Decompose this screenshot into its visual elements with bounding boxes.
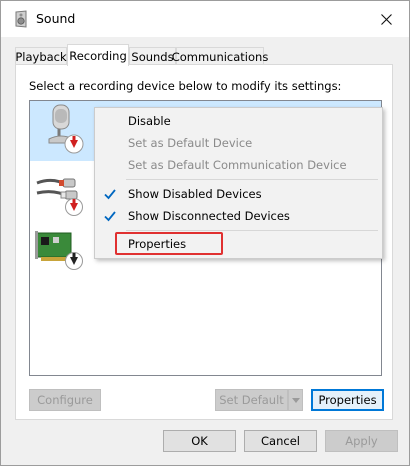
sound-dialog: Sound Playback Recording Sounds Communic…: [0, 0, 410, 466]
menu-item-show-disabled-devices[interactable]: Show Disabled Devices: [95, 183, 382, 205]
ok-button[interactable]: OK: [163, 430, 236, 452]
rca-cable-icon: [36, 178, 83, 216]
set-default-button[interactable]: Set Default: [215, 389, 288, 411]
menu-item-disable[interactable]: Disable: [95, 110, 382, 132]
tab-communications[interactable]: Communications: [172, 47, 268, 65]
title-bar: Sound: [1, 1, 409, 37]
configure-button[interactable]: Configure: [29, 389, 101, 411]
tab-sounds[interactable]: Sounds: [129, 47, 176, 65]
close-icon: [380, 13, 392, 25]
sound-card-icon: [35, 231, 83, 270]
tab-recording[interactable]: Recording: [67, 44, 129, 66]
menu-item-label: Set as Default Device: [128, 136, 253, 150]
checkmark-icon: [104, 189, 116, 200]
menu-separator: [126, 179, 378, 180]
cancel-button[interactable]: Cancel: [244, 430, 317, 452]
set-default-dropdown[interactable]: [288, 389, 303, 411]
menu-item-label: Show Disabled Devices: [128, 187, 262, 201]
menu-item-set-default-device[interactable]: Set as Default Device: [95, 132, 382, 154]
menu-item-set-default-communication-device[interactable]: Set as Default Communication Device: [95, 154, 382, 176]
chevron-down-icon: [291, 397, 300, 403]
menu-item-label: Set as Default Communication Device: [128, 158, 347, 172]
menu-item-show-disconnected-devices[interactable]: Show Disconnected Devices: [95, 205, 382, 227]
menu-item-label: Show Disconnected Devices: [128, 209, 290, 223]
instruction-text: Select a recording device below to modif…: [29, 79, 342, 93]
tab-playback[interactable]: Playback: [15, 47, 67, 65]
apply-button[interactable]: Apply: [325, 430, 398, 452]
context-menu: Disable Set as Default Device Set as Def…: [94, 107, 383, 259]
checkmark-icon: [104, 211, 116, 222]
menu-item-label: Disable: [128, 114, 171, 128]
window-title: Sound: [36, 11, 76, 26]
close-button[interactable]: [363, 1, 409, 37]
properties-button[interactable]: Properties: [311, 389, 384, 411]
highlight-annotation: [115, 232, 223, 255]
microphone-icon: [48, 104, 84, 154]
menu-separator: [126, 230, 378, 231]
speaker-app-icon: [15, 10, 27, 28]
